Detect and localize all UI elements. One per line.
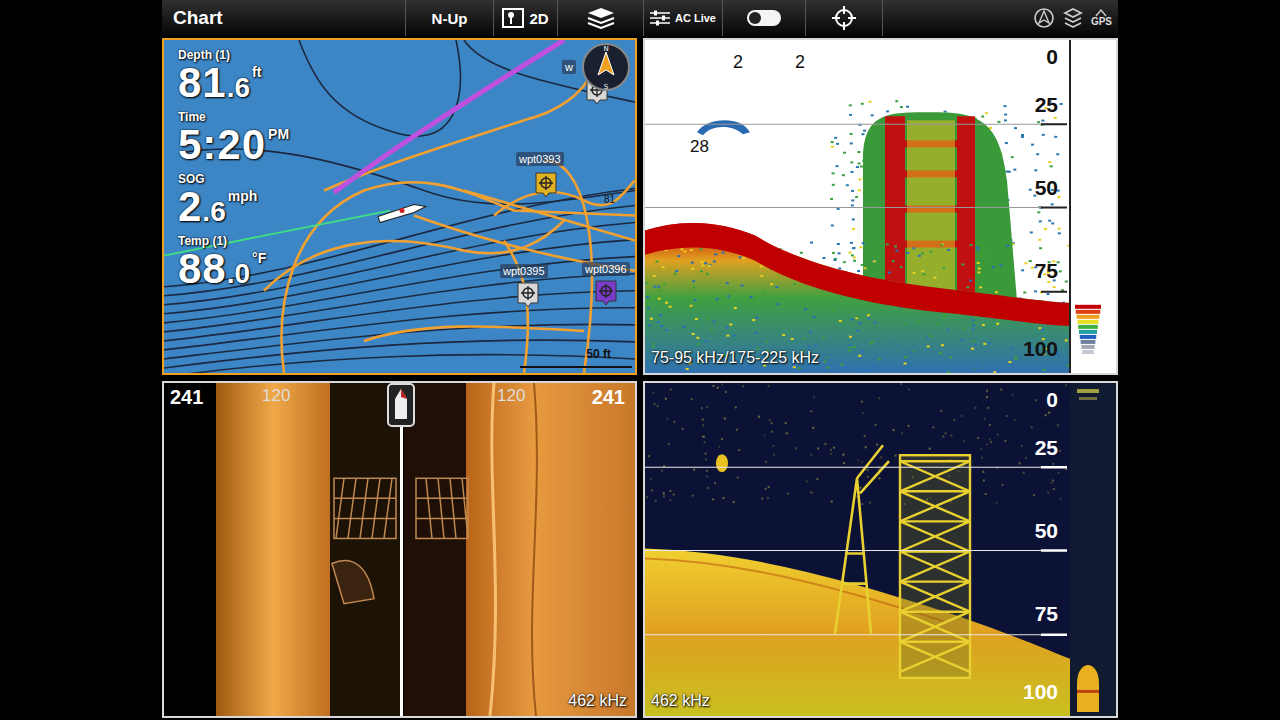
readout: Temp (1)88.0°F xyxy=(178,234,289,290)
waypoint-label: wpt0393 xyxy=(516,152,564,166)
sonar-history xyxy=(645,40,1116,373)
layers-icon xyxy=(586,7,616,29)
sonar-pane[interactable]: 2 2 28 0 25 50 75 100 75-95 kHz/175-225 kHz xyxy=(643,38,1118,375)
structure-right xyxy=(416,478,468,538)
depth-tick: 25 xyxy=(1035,437,1058,458)
depth-tick: 25 xyxy=(1035,94,1058,115)
waypoint-label: wpt0396 xyxy=(582,262,630,276)
fish-arch xyxy=(697,120,750,135)
data-readouts: Depth (1)81.6ft Time5:20PM SOG2.6mph Temp (… xyxy=(178,48,289,290)
fish-return xyxy=(716,454,728,472)
depth-tick: 0 xyxy=(1046,389,1058,410)
depth-tick: 50 xyxy=(1035,520,1058,541)
waypoint-label: wpt0395 xyxy=(500,264,548,278)
svg-text:S: S xyxy=(604,83,609,91)
toggle-switch[interactable] xyxy=(722,0,805,36)
toggle-knob xyxy=(749,12,761,24)
waypoint-icon[interactable] xyxy=(595,280,617,306)
waypoint-icon[interactable] xyxy=(535,172,557,198)
layers-button[interactable] xyxy=(557,0,643,36)
range-label: 241 xyxy=(170,387,203,407)
top-bar: ChartN-Up2D AC Live GPS xyxy=(162,0,1118,36)
view-title[interactable]: Chart xyxy=(162,0,405,36)
range-label: 241 xyxy=(592,387,625,407)
view-mode-button[interactable]: 2D xyxy=(493,0,557,36)
depth-tick: 100 xyxy=(1023,681,1058,702)
chart-pane[interactable]: Depth (1)81.6ft Time5:20PM SOG2.6mph Temp (… xyxy=(162,38,637,375)
depth-tick: 100 xyxy=(1023,338,1058,359)
readout-value: 81.6ft xyxy=(178,62,289,104)
orientation-button[interactable]: N-Up xyxy=(405,0,493,36)
down-imaging-view xyxy=(645,383,1116,716)
sonar-layers-icon xyxy=(1063,7,1083,29)
signal-icon xyxy=(1095,9,1107,17)
frequency-label: 462 kHz xyxy=(651,692,710,710)
readout-label: Temp (1) xyxy=(178,234,289,248)
boat-icon xyxy=(387,383,415,427)
tilted-structure xyxy=(835,445,889,634)
readout: SOG2.6mph xyxy=(178,172,289,228)
waypoint-icon[interactable] xyxy=(517,282,539,308)
boat-icon xyxy=(378,204,426,222)
sliders-icon xyxy=(650,10,670,26)
depth-mark: 2 xyxy=(795,52,805,73)
toggle-track[interactable] xyxy=(747,10,781,26)
readout-value: 5:20PM xyxy=(178,124,289,166)
structure-return xyxy=(830,100,1063,301)
tower-structure xyxy=(900,455,970,678)
crosshair-icon xyxy=(832,6,856,30)
frequency-label: 462 kHz xyxy=(568,692,627,710)
map-scale: 50 ft xyxy=(586,347,611,361)
svg-text:N: N xyxy=(603,45,608,53)
readout: Time5:20PM xyxy=(178,110,289,166)
gps-status: GPS xyxy=(1091,9,1112,27)
range-label: 120 xyxy=(497,387,525,404)
range-label: 120 xyxy=(262,387,290,404)
side-imaging-pane[interactable]: 241 120 120 241 462 kHz xyxy=(162,381,637,718)
intensity-scale xyxy=(1077,389,1099,712)
fish-depth-label: 28 xyxy=(690,137,709,157)
ac-live-button[interactable]: AC Live xyxy=(643,0,722,36)
readout-value: 2.6mph xyxy=(178,186,289,228)
readout-label: SOG xyxy=(178,172,289,186)
color-scale xyxy=(1075,305,1101,354)
structure-left xyxy=(332,478,396,603)
status-icons: GPS xyxy=(1033,0,1118,36)
depth-tick: 75 xyxy=(1035,603,1058,624)
fish-finder-display: ChartN-Up2D AC Live GPS Depth (1)81.6ft Time… xyxy=(162,0,1118,720)
depth-tick: 75 xyxy=(1035,260,1058,281)
waypoint-label: w xyxy=(562,60,576,74)
depth-tick: 50 xyxy=(1035,177,1058,198)
compass-icon[interactable]: NS xyxy=(581,42,631,92)
readout-value: 88.0°F xyxy=(178,248,289,290)
pin-icon xyxy=(502,8,524,28)
heading-icon xyxy=(1033,7,1055,29)
depth-tick: 0 xyxy=(1046,46,1058,67)
depth-contour-label: 81 xyxy=(604,194,615,205)
cursor-button[interactable] xyxy=(805,0,883,36)
readout-label: Time xyxy=(178,110,289,124)
pane-grid: Depth (1)81.6ft Time5:20PM SOG2.6mph Temp (… xyxy=(162,36,1118,720)
down-imaging-pane[interactable]: 0 25 50 75 100 462 kHz xyxy=(643,381,1118,718)
depth-mark: 2 xyxy=(733,52,743,73)
readout-label: Depth (1) xyxy=(178,48,289,62)
side-imaging-view xyxy=(164,383,635,716)
frequency-label: 75-95 kHz/175-225 kHz xyxy=(651,349,819,367)
readout: Depth (1)81.6ft xyxy=(178,48,289,104)
